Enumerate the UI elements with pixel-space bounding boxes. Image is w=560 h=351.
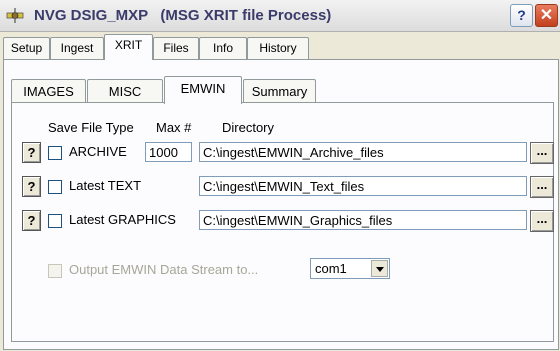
tab-setup[interactable]: Setup	[3, 37, 50, 59]
archive-help-button[interactable]: ?	[22, 142, 41, 163]
archive-checkbox[interactable]	[48, 146, 62, 160]
header-max: Max #	[156, 120, 192, 135]
tab-info[interactable]: Info	[199, 37, 247, 59]
text-help-button[interactable]: ?	[22, 176, 41, 197]
tab-ingest[interactable]: Ingest	[50, 37, 104, 59]
archive-browse-button[interactable]: ...	[530, 142, 554, 164]
app-satellite-icon	[6, 8, 24, 23]
help-button[interactable]: ?	[510, 4, 533, 27]
archive-directory-input[interactable]: C:\ingest\EMWIN_Archive_files	[199, 142, 527, 162]
com-port-value: com1	[315, 261, 347, 276]
latest-text-browse-button[interactable]: ...	[530, 176, 554, 198]
output-stream-label: Output EMWIN Data Stream to...	[69, 262, 259, 277]
close-button[interactable]: ✕	[535, 4, 558, 27]
tab-files[interactable]: Files	[153, 37, 199, 59]
com-port-select[interactable]: com1	[310, 258, 390, 279]
latest-graphics-label: Latest GRAPHICS	[69, 212, 176, 227]
tab-images[interactable]: IMAGES	[11, 79, 86, 103]
output-stream-checkbox[interactable]	[48, 264, 62, 278]
tab-emwin[interactable]: EMWIN	[164, 76, 242, 104]
app-window: NVG DSIG_MXP (MSG XRIT file Process) ? ✕…	[0, 0, 560, 351]
tab-history[interactable]: History	[247, 37, 309, 59]
title-bar[interactable]: NVG DSIG_MXP (MSG XRIT file Process) ? ✕	[0, 0, 560, 32]
tab-xrit[interactable]: XRIT	[104, 34, 153, 60]
latest-text-directory-input[interactable]: C:\ingest\EMWIN_Text_files	[199, 176, 527, 196]
latest-graphics-checkbox[interactable]	[48, 214, 62, 228]
tab-misc[interactable]: MISC	[87, 79, 163, 103]
archive-max-input[interactable]: 1000	[145, 142, 192, 162]
latest-text-checkbox[interactable]	[48, 180, 62, 194]
archive-label: ARCHIVE	[69, 144, 127, 159]
latest-graphics-directory-input[interactable]: C:\ingest\EMWIN_Graphics_files	[199, 210, 527, 230]
chevron-down-icon[interactable]	[371, 260, 388, 277]
graphics-help-button[interactable]: ?	[22, 210, 41, 231]
latest-graphics-browse-button[interactable]: ...	[530, 210, 554, 232]
header-directory: Directory	[222, 120, 275, 135]
tab-summary[interactable]: Summary	[243, 79, 316, 103]
header-save-file-type: Save File Type	[48, 120, 134, 135]
latest-text-label: Latest TEXT	[69, 178, 142, 193]
window-title: NVG DSIG_MXP (MSG XRIT file Process)	[34, 7, 332, 24]
